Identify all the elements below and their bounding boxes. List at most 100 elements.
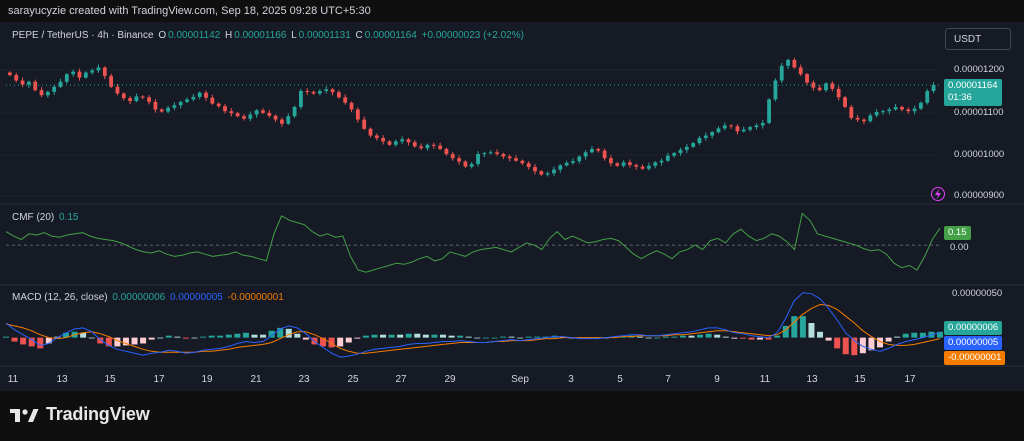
macd-axis-label: 0.00000050 — [952, 288, 1003, 299]
symbol-name: PEPE / TetherUS · 4h · Binance — [12, 30, 154, 41]
macd-hist-bar — [285, 328, 292, 338]
candle — [893, 106, 898, 110]
cmf-legend: CMF (20) 0.15 — [12, 212, 80, 223]
candle — [792, 59, 797, 68]
candle — [659, 160, 664, 163]
candle — [204, 92, 208, 98]
cmf-value-tag: 0.15 — [944, 226, 971, 240]
candle — [583, 152, 588, 157]
ohlc-l-label: L — [291, 30, 297, 41]
time-axis-label: 11 — [759, 374, 771, 385]
candle — [830, 83, 835, 89]
symbol-legend: PEPE / TetherUS · 4h · Binance O 0.000011… — [12, 30, 526, 41]
candle — [210, 97, 215, 104]
candle — [805, 74, 809, 83]
macd-hist-bar — [251, 334, 258, 338]
macd-hist-bar — [131, 337, 138, 345]
candle — [640, 166, 645, 169]
macd-hist-bar — [345, 337, 352, 343]
candle — [577, 156, 582, 162]
macd-hist-bar — [637, 336, 644, 338]
macd-hist-tag: 0.00000006 — [944, 321, 1003, 335]
cmf-zero-label: 0.00 — [950, 242, 969, 253]
candle — [197, 92, 202, 97]
candle — [185, 99, 189, 102]
currency-button[interactable]: USDT — [945, 28, 1011, 50]
time-axis-label: 25 — [347, 374, 359, 385]
candle — [33, 81, 38, 91]
candle — [235, 113, 240, 117]
macd-hist-bar — [791, 316, 798, 338]
candle — [457, 158, 461, 162]
candle — [140, 96, 145, 98]
candle — [425, 144, 430, 149]
macd-hist-bar — [525, 336, 532, 338]
candle — [615, 163, 620, 166]
candle — [609, 158, 613, 164]
candle — [488, 152, 493, 154]
macd-hist-bar — [157, 337, 164, 339]
candle — [855, 117, 860, 120]
chart-frame[interactable]: PEPE / TetherUS · 4h · Binance O 0.000011… — [0, 22, 1024, 391]
candle — [716, 128, 721, 133]
candle — [552, 169, 556, 174]
candle — [862, 119, 866, 122]
candle — [697, 138, 702, 144]
macd-hist-bar — [825, 337, 832, 341]
macd-hist-bar — [182, 337, 189, 339]
candle — [919, 102, 923, 109]
candle — [431, 144, 436, 146]
candle — [280, 119, 284, 124]
candle — [223, 106, 227, 112]
macd-hist-bar — [200, 336, 207, 338]
macd-hist-bar — [808, 323, 815, 338]
macd-hist-bar — [11, 337, 18, 342]
macd-hist-bar — [911, 332, 918, 338]
macd-hist-bar — [474, 337, 481, 339]
cmf-title: CMF (20) — [12, 212, 55, 223]
candle — [242, 116, 246, 119]
chart-credit: sarayucyzie created with TradingView.com… — [8, 5, 371, 17]
candle — [545, 173, 550, 175]
candle — [754, 125, 759, 128]
candle — [368, 128, 373, 136]
candle — [482, 153, 487, 155]
macd-hist-bar — [774, 335, 781, 338]
candle — [229, 111, 234, 114]
candle — [665, 155, 670, 161]
time-axis-label: 11 — [7, 374, 19, 385]
candle — [362, 119, 367, 129]
candle-countdown: 01:36 — [948, 92, 972, 103]
chart-canvas[interactable] — [0, 22, 1024, 391]
candle — [406, 139, 411, 143]
macd-hist-bar — [448, 335, 455, 338]
macd-hist-bar — [902, 333, 909, 338]
macd-hist-bar — [191, 337, 198, 339]
macd-hist-bar — [517, 337, 524, 339]
macd-hist-bar — [208, 335, 215, 338]
time-axis-label: 21 — [250, 374, 262, 385]
macd-hist-bar — [714, 334, 721, 338]
ohlc-close: 0.00001164 — [364, 30, 417, 41]
macd-hist-bar — [20, 337, 27, 345]
candle — [412, 142, 417, 147]
macd-hist-bar — [234, 333, 241, 338]
macd-hist-bar — [242, 332, 249, 338]
macd-hist-bar — [722, 336, 729, 338]
candle — [318, 91, 322, 94]
alert-lightning-icon[interactable] — [931, 187, 945, 201]
candle — [77, 71, 82, 78]
candle — [355, 109, 360, 120]
macd-signal-value: -0.00000001 — [227, 292, 284, 303]
candle — [779, 65, 784, 81]
candle — [748, 127, 752, 130]
macd-signal-tag: -0.00000001 — [944, 351, 1006, 365]
candle — [159, 109, 164, 112]
last-price-value: 0.00001164 — [948, 80, 998, 91]
macd-hist-bar — [834, 337, 841, 349]
time-axis-label: 3 — [568, 374, 574, 385]
candle — [874, 112, 879, 116]
macd-hist-bar — [362, 335, 369, 338]
ohlc-change: +0.00000023 (+2.02%) — [421, 30, 524, 41]
macd-line-tag: 0.00000005 — [944, 336, 1003, 350]
